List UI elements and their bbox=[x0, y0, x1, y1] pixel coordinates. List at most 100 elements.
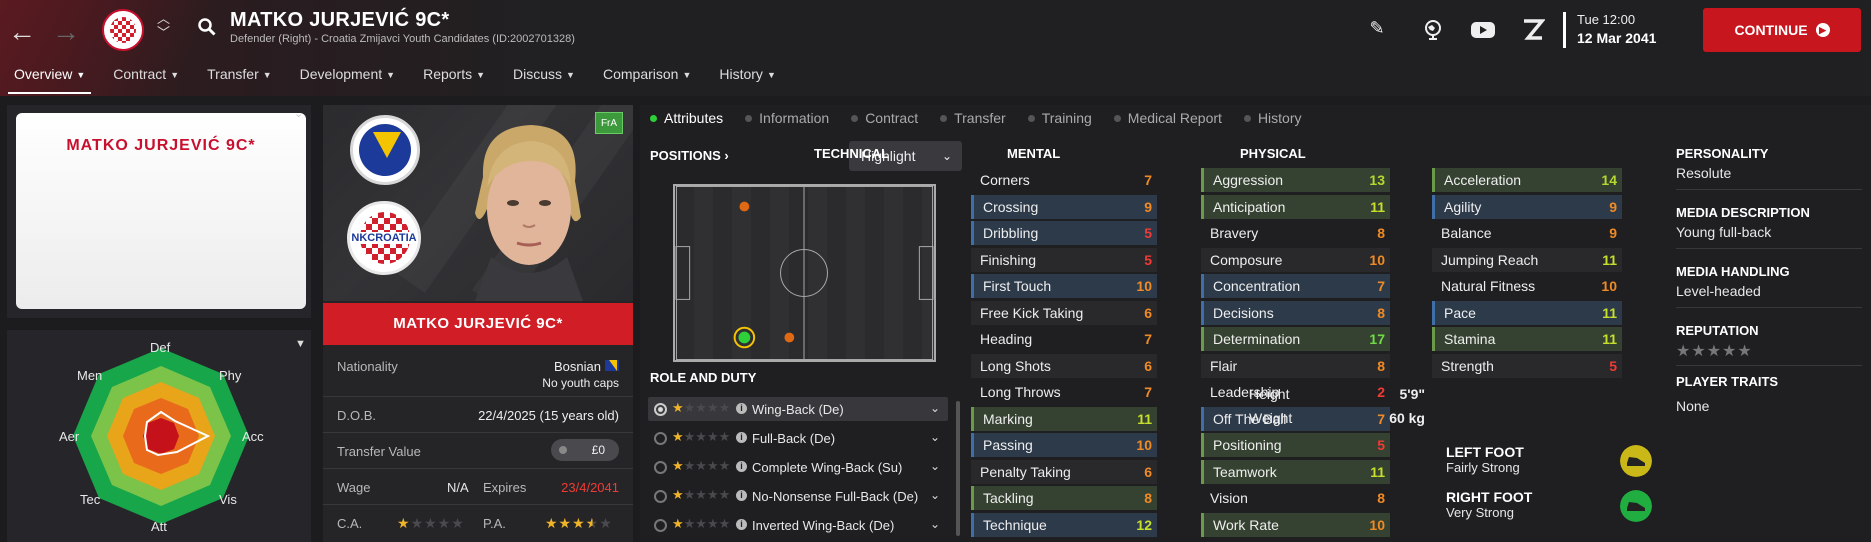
info-icon[interactable]: i bbox=[736, 403, 747, 414]
chevron-down-icon: ⌄ bbox=[941, 149, 952, 163]
chevron-down-icon: ▼ bbox=[170, 70, 180, 80]
youtube-icon[interactable] bbox=[1470, 18, 1496, 42]
reputation-stars: ★★★★★ bbox=[1676, 343, 1753, 360]
continue-button[interactable]: CONTINUE ▶ bbox=[1703, 8, 1861, 52]
forward-arrow-icon[interactable]: → bbox=[52, 16, 80, 48]
attribute-row[interactable]: Flair 8 bbox=[1201, 353, 1390, 378]
subtab-transfer[interactable]: Transfer bbox=[930, 105, 1018, 131]
left-foot-label: LEFT FOOT bbox=[1446, 444, 1524, 460]
role-row[interactable]: ★★★★★ i No-Nonsense Full-Back (De) ⌄ bbox=[648, 484, 948, 508]
attribute-row[interactable]: Passing 10 bbox=[971, 433, 1157, 457]
attribute-row[interactable]: Aggression 13 bbox=[1201, 168, 1390, 192]
attribute-value: 8 bbox=[1377, 357, 1385, 374]
attribute-row[interactable]: Marking 11 bbox=[971, 406, 1157, 431]
back-arrow-icon[interactable]: ← bbox=[8, 16, 36, 48]
attribute-row[interactable]: Jumping Reach 11 bbox=[1432, 247, 1622, 272]
role-radio[interactable] bbox=[654, 519, 667, 532]
z-brand-icon[interactable] bbox=[1521, 18, 1545, 42]
nationality-value[interactable]: Bosnian bbox=[554, 359, 601, 374]
national-team-badge[interactable] bbox=[350, 115, 420, 185]
attribute-row[interactable]: Off The Ball 7 bbox=[1201, 406, 1390, 431]
attribute-row[interactable]: Positioning 5 bbox=[1201, 433, 1390, 457]
attribute-row[interactable]: Determination 17 bbox=[1201, 327, 1390, 351]
attribute-row[interactable]: Decisions 8 bbox=[1201, 300, 1390, 325]
role-radio[interactable] bbox=[654, 403, 667, 416]
attribute-row[interactable]: Tackling 8 bbox=[971, 486, 1157, 510]
attribute-row[interactable]: Crossing 9 bbox=[971, 194, 1157, 219]
radar-label-def: Def bbox=[150, 340, 171, 355]
attribute-row[interactable]: Stamina 11 bbox=[1432, 327, 1622, 351]
switch-player-icon[interactable]: ︿ ﹀ bbox=[157, 12, 170, 40]
chevron-down-icon[interactable]: ⌄ bbox=[930, 517, 940, 531]
position-dot[interactable] bbox=[739, 201, 750, 212]
attribute-row[interactable]: Concentration 7 bbox=[1201, 274, 1390, 298]
info-icon[interactable]: i bbox=[736, 490, 747, 501]
role-row[interactable]: ★★★★★ i Wing-Back (De) ⌄ bbox=[648, 397, 948, 421]
subtab-information[interactable]: Information bbox=[735, 105, 841, 131]
chevron-down-icon[interactable]: ⌄ bbox=[930, 488, 940, 502]
role-scrollbar[interactable] bbox=[956, 401, 960, 536]
attribute-row[interactable]: Bravery 8 bbox=[1201, 221, 1390, 245]
attribute-row[interactable]: Long Shots 6 bbox=[971, 353, 1157, 378]
info-icon[interactable]: i bbox=[736, 461, 747, 472]
tab-transfer[interactable]: Transfer ▼ bbox=[193, 66, 286, 94]
attribute-row[interactable]: Natural Fitness 10 bbox=[1432, 274, 1622, 298]
tab-discuss[interactable]: Discuss ▼ bbox=[499, 66, 589, 94]
attribute-row[interactable]: Technique 12 bbox=[971, 512, 1157, 537]
attribute-row[interactable]: Teamwork 11 bbox=[1201, 459, 1390, 484]
attribute-name: Positioning bbox=[1213, 437, 1282, 453]
subtab-training[interactable]: Training bbox=[1018, 105, 1104, 131]
attribute-row[interactable]: Agility 9 bbox=[1432, 194, 1622, 219]
divider bbox=[1676, 189, 1862, 190]
attribute-row[interactable]: Balance 9 bbox=[1432, 221, 1622, 245]
club-crest[interactable]: NKCROATIA bbox=[347, 201, 421, 275]
role-row[interactable]: ★★★★★ i Inverted Wing-Back (De) ⌄ bbox=[648, 513, 948, 537]
attribute-row[interactable]: Vision 8 bbox=[1201, 486, 1390, 510]
subtab-medical-report[interactable]: Medical Report bbox=[1104, 105, 1234, 131]
chevron-down-icon[interactable]: ⌄ bbox=[930, 459, 940, 473]
subtab-history[interactable]: History bbox=[1234, 105, 1314, 131]
subtab-attributes[interactable]: Attributes bbox=[640, 105, 735, 131]
attribute-row[interactable]: Long Throws 7 bbox=[971, 380, 1157, 404]
attribute-row[interactable]: Leadership 2 bbox=[1201, 380, 1390, 404]
role-radio[interactable] bbox=[654, 490, 667, 503]
attribute-row[interactable]: Free Kick Taking 6 bbox=[971, 300, 1157, 325]
tab-history[interactable]: History ▼ bbox=[705, 66, 789, 94]
position-dot[interactable] bbox=[784, 332, 795, 343]
attribute-value: 5 bbox=[1377, 437, 1385, 453]
chevron-down-icon[interactable]: ⌄ bbox=[294, 107, 303, 120]
search-icon[interactable] bbox=[198, 18, 216, 36]
attribute-row[interactable]: Finishing 5 bbox=[971, 247, 1157, 272]
role-row[interactable]: ★★★★★ i Complete Wing-Back (Su) ⌄ bbox=[648, 455, 948, 479]
info-icon[interactable]: i bbox=[736, 519, 747, 530]
attribute-row[interactable]: Corners 7 bbox=[971, 168, 1157, 192]
attribute-row[interactable]: Work Rate 10 bbox=[1201, 512, 1390, 537]
tab-comparison[interactable]: Comparison ▼ bbox=[589, 66, 705, 94]
edit-pencil-icon[interactable]: ✎ bbox=[1365, 18, 1389, 42]
attribute-row[interactable]: Dribbling 5 bbox=[971, 221, 1157, 245]
attribute-row[interactable]: Anticipation 11 bbox=[1201, 194, 1390, 219]
subtab-contract[interactable]: Contract bbox=[841, 105, 930, 131]
tab-development[interactable]: Development ▼ bbox=[286, 66, 409, 94]
positions-heading[interactable]: POSITIONS › bbox=[650, 148, 729, 163]
info-icon[interactable]: i bbox=[736, 432, 747, 443]
tab-contract[interactable]: Contract ▼ bbox=[99, 66, 193, 94]
attribute-value: 6 bbox=[1144, 463, 1152, 480]
attribute-row[interactable]: Strength 5 bbox=[1432, 353, 1622, 378]
attribute-row[interactable]: Heading 7 bbox=[971, 327, 1157, 351]
chevron-down-icon[interactable]: ⌄ bbox=[930, 401, 940, 415]
tab-overview[interactable]: Overview ▼ bbox=[0, 66, 99, 94]
attribute-row[interactable]: Pace 11 bbox=[1432, 300, 1622, 325]
role-row[interactable]: ★★★★★ i Full-Back (De) ⌄ bbox=[648, 426, 948, 450]
attribute-row[interactable]: Composure 10 bbox=[1201, 247, 1390, 272]
chevron-down-icon[interactable]: ⌄ bbox=[930, 430, 940, 444]
transfer-value-pill[interactable]: £0 bbox=[551, 439, 619, 461]
tab-reports[interactable]: Reports ▼ bbox=[409, 66, 499, 94]
attribute-row[interactable]: Acceleration 14 bbox=[1432, 168, 1622, 192]
globe-icon[interactable] bbox=[1421, 18, 1445, 42]
club-badge[interactable] bbox=[102, 9, 144, 51]
role-radio[interactable] bbox=[654, 432, 667, 445]
role-radio[interactable] bbox=[654, 461, 667, 474]
attribute-row[interactable]: First Touch 10 bbox=[971, 274, 1157, 298]
attribute-row[interactable]: Penalty Taking 6 bbox=[971, 459, 1157, 484]
